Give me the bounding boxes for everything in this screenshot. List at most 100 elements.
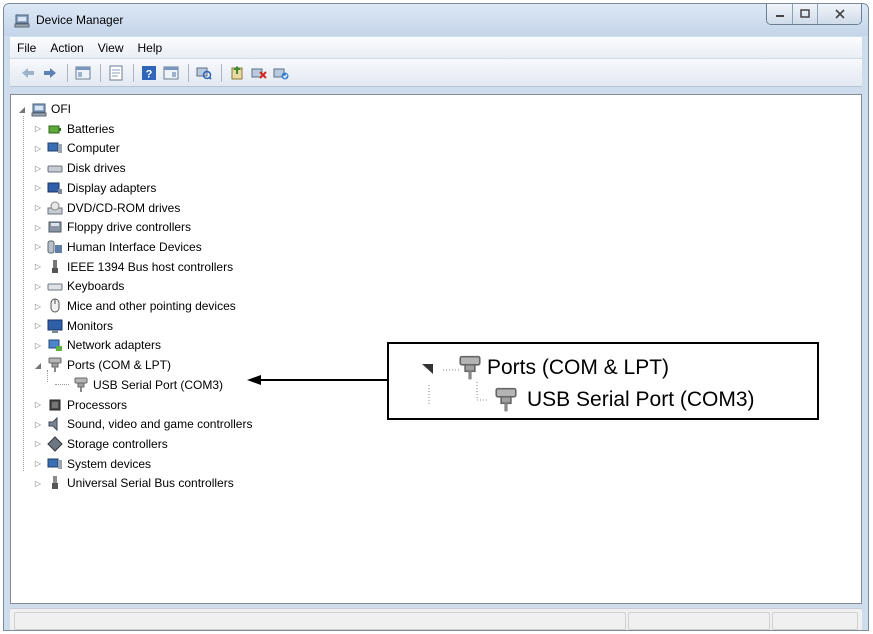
expand-triangle-icon[interactable]: ▷ <box>33 321 43 330</box>
status-cell <box>628 612 770 630</box>
tree-item-label: Human Interface Devices <box>67 239 202 254</box>
back-arrow-icon <box>22 67 34 78</box>
menu-help[interactable]: Help <box>131 41 170 55</box>
tree-category-item[interactable]: ▷ IEEE 1394 Bus host controllers <box>33 258 233 276</box>
processor-icon <box>49 399 61 410</box>
expand-triangle-icon[interactable]: ▷ <box>33 183 43 192</box>
tree-category-item[interactable]: ◢ Ports (COM & LPT) <box>33 356 171 374</box>
properties-button[interactable] <box>106 63 126 83</box>
tree-category-item[interactable]: ▷ Mice and other pointing devices <box>33 297 236 315</box>
tree-category-item[interactable]: ▷ Storage controllers <box>33 435 168 453</box>
expand-triangle-icon[interactable]: ▷ <box>33 459 43 468</box>
tree-item-label: Universal Serial Bus controllers <box>67 476 234 491</box>
expand-triangle-icon[interactable]: ▷ <box>33 124 43 133</box>
network-adapter-icon <box>48 339 62 352</box>
properties-icon <box>109 65 123 80</box>
tree-item-label: Mice and other pointing devices <box>67 299 236 313</box>
toolbar-separator <box>100 63 101 82</box>
expand-triangle-icon[interactable]: ▷ <box>33 400 43 409</box>
status-cell <box>14 612 626 630</box>
tree-item-label: Computer <box>67 141 120 156</box>
close-icon <box>834 9 845 19</box>
help-icon: ? <box>142 65 156 80</box>
tree-item-label: Monitors <box>67 318 114 333</box>
device-tree-pane[interactable]: ◢ OFI ▷ Batteries ▷ Computer ▷ Disk drives ▷ Disp… <box>10 94 862 604</box>
tree-root-label: OFI <box>51 102 71 116</box>
action-pane-button[interactable] <box>161 63 181 83</box>
maximize-button[interactable] <box>792 4 817 24</box>
back-button[interactable] <box>18 63 38 83</box>
collapse-triangle-icon[interactable]: ◢ <box>33 361 43 370</box>
tree-category-item[interactable]: ▷ Floppy drive controllers <box>33 218 191 236</box>
expand-triangle-icon[interactable]: ▷ <box>33 282 43 291</box>
expand-triangle-icon[interactable]: ▷ <box>33 144 43 153</box>
expand-triangle-icon[interactable]: ▷ <box>33 223 43 232</box>
tree-category-item[interactable]: ▷ Universal Serial Bus controllers <box>33 474 234 492</box>
svg-text:?: ? <box>146 68 153 80</box>
window-controls <box>766 4 862 25</box>
expand-triangle-icon[interactable]: ▷ <box>33 164 43 173</box>
tree-category-item[interactable]: ▷ Processors <box>33 396 127 414</box>
callout-usb-serial-label: USB Serial Port (COM3) <box>527 388 755 411</box>
expand-triangle-icon[interactable]: ▷ <box>33 420 43 429</box>
tree-category-item[interactable]: ▷ Sound, video and game controllers <box>33 415 252 433</box>
mouse-icon <box>50 298 60 313</box>
show-hide-console-tree-button[interactable] <box>73 63 93 83</box>
tree-category-item[interactable]: ▷ Disk drives <box>33 159 126 177</box>
title-bar[interactable]: Device Manager <box>4 4 868 36</box>
update-driver-icon <box>231 65 243 79</box>
tree-category-item[interactable]: ▷ System devices <box>33 455 151 473</box>
help-button[interactable]: ? <box>139 63 159 83</box>
minimize-button[interactable] <box>767 4 792 24</box>
tree-category-item[interactable]: ▷ DVD/CD-ROM drives <box>33 199 180 217</box>
close-button[interactable] <box>817 4 861 24</box>
display-adapter-icon <box>47 182 62 194</box>
tree-item-label: Sound, video and game controllers <box>67 417 253 432</box>
expand-triangle-icon[interactable]: ▷ <box>33 262 43 271</box>
tree-category-item[interactable]: ▷ Network adapters <box>33 336 161 354</box>
toolbar: ? <box>10 59 862 87</box>
collapse-triangle-icon[interactable]: ◢ <box>17 105 27 114</box>
ieee1394-icon <box>52 259 58 273</box>
menu-action[interactable]: Action <box>43 41 90 55</box>
tree-category-item[interactable]: ▷ Display adapters <box>33 179 156 197</box>
expand-triangle-icon[interactable]: ▷ <box>33 203 43 212</box>
tree-category-item[interactable]: ▷ Monitors <box>33 317 113 335</box>
tree-category-item[interactable]: ▷ Human Interface Devices <box>33 238 202 256</box>
console-tree-icon <box>75 66 91 79</box>
tree-item-label: Display adapters <box>67 180 157 195</box>
toolbar-separator <box>67 63 68 82</box>
expand-triangle-icon[interactable]: ▷ <box>33 479 43 488</box>
tree-item-label: Disk drives <box>67 161 126 176</box>
scan-hardware-button[interactable] <box>194 63 214 83</box>
update-driver-button[interactable] <box>227 63 247 83</box>
forward-button[interactable] <box>40 63 60 83</box>
device-manager-window: Device Manager File Action View Help ? ◢… <box>3 3 869 631</box>
toolbar-separator <box>221 63 222 82</box>
minimize-icon <box>775 15 784 17</box>
port-icon <box>495 387 517 412</box>
expand-triangle-icon[interactable]: ▷ <box>33 302 43 311</box>
tree-item-label: Network adapters <box>67 338 162 353</box>
uninstall-icon <box>251 68 267 79</box>
toolbar-separator <box>188 63 189 82</box>
menu-file[interactable]: File <box>10 41 43 55</box>
tree-item-label: IEEE 1394 Bus host controllers <box>67 259 234 274</box>
hid-icon <box>47 240 62 254</box>
tree-root[interactable]: ◢ OFI <box>17 100 71 118</box>
sound-icon <box>48 416 58 432</box>
tree-child-item[interactable]: USB Serial Port (COM3) <box>55 376 223 394</box>
expand-triangle-icon[interactable]: ▷ <box>33 341 43 350</box>
enable-device-button[interactable] <box>271 63 291 83</box>
expand-triangle-icon[interactable]: ▷ <box>33 439 43 448</box>
tree-category-item[interactable]: ▷ Computer <box>33 139 120 157</box>
tree-category-item[interactable]: ▷ Keyboards <box>33 277 124 295</box>
tree-connector-line <box>55 384 69 386</box>
expand-triangle-icon[interactable]: ▷ <box>33 242 43 251</box>
menu-view[interactable]: View <box>91 41 131 55</box>
status-bar <box>10 608 862 630</box>
uninstall-button[interactable] <box>249 63 269 83</box>
battery-icon <box>48 125 61 134</box>
tree-category-item[interactable]: ▷ Batteries <box>33 120 114 138</box>
tree-item-label: Processors <box>67 397 128 412</box>
